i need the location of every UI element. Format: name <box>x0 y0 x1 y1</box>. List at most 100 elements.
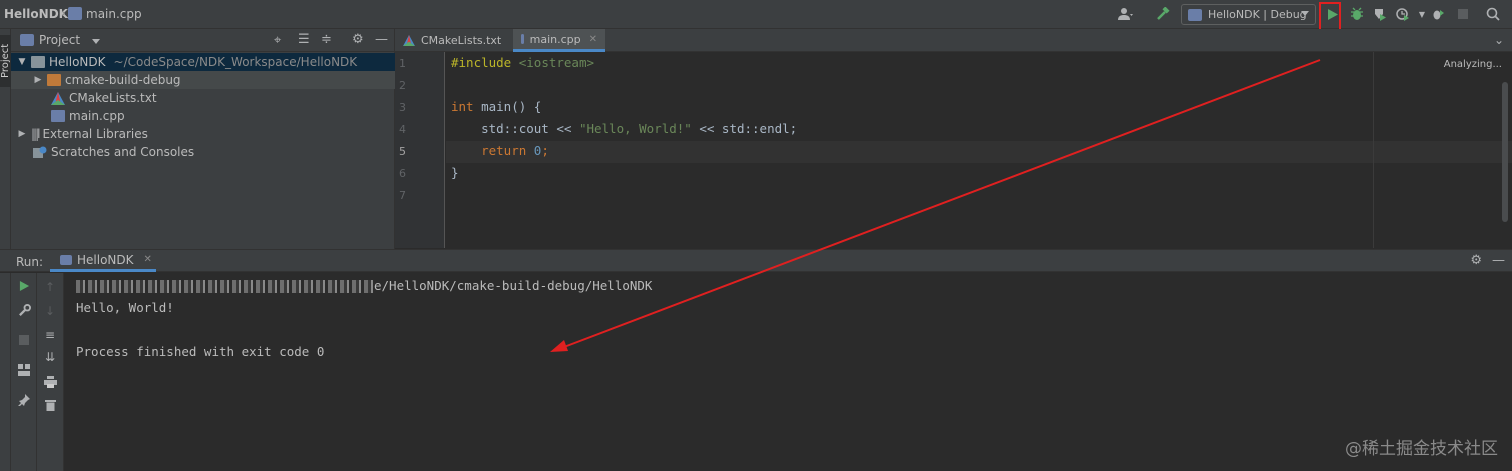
stop-icon[interactable] <box>1455 6 1471 22</box>
tab-list-icon[interactable]: ⌄ <box>1494 33 1504 47</box>
run-toolbar-primary <box>11 273 37 471</box>
soft-wrap-icon[interactable]: ≡ <box>43 328 57 342</box>
cpp-file-icon <box>68 7 82 20</box>
locate-icon[interactable]: ⌖ <box>274 33 281 48</box>
pin-icon[interactable] <box>17 394 31 408</box>
chevron-down-icon[interactable]: ▼ <box>1414 6 1430 22</box>
breadcrumb-file[interactable]: main.cpp <box>86 7 142 21</box>
run-console[interactable]: e/HelloNDK/cmake-build-debug/HelloNDK He… <box>64 273 1512 471</box>
tree-item-label: HelloNDK <box>49 55 106 69</box>
analysis-status: Analyzing... <box>1443 59 1502 70</box>
line-number: 7 <box>399 189 406 202</box>
console-command-line: e/HelloNDK/cmake-build-debug/HelloNDK <box>76 278 652 293</box>
tree-item-label: main.cpp <box>69 109 125 123</box>
code-line: int main() { <box>451 99 542 114</box>
chevron-down-icon[interactable] <box>92 39 100 44</box>
tree-item-scratches[interactable]: Scratches and Consoles <box>11 143 395 161</box>
arrow-down-icon[interactable]: ↓ <box>43 304 57 318</box>
console-output-line: Hello, World! <box>76 300 174 315</box>
minimize-icon[interactable]: — <box>375 32 388 47</box>
run-panel-label: Run: <box>16 255 44 269</box>
code-line: #include <iostream> <box>451 55 595 70</box>
stop-icon[interactable] <box>17 334 31 348</box>
arrow-up-icon[interactable]: ↑ <box>43 280 57 294</box>
left-tool-strip: Project <box>0 29 11 249</box>
close-icon[interactable]: ✕ <box>144 254 152 265</box>
breadcrumb-project[interactable]: HelloNDK <box>4 7 68 21</box>
debug-icon[interactable] <box>1349 6 1365 22</box>
tree-item-cmakelists[interactable]: CMakeLists.txt <box>11 89 395 107</box>
tree-item-cmake-build-debug[interactable]: ▶ cmake-build-debug <box>11 71 395 89</box>
coverage-icon[interactable] <box>1372 6 1388 22</box>
project-side-tab[interactable]: Project <box>0 35 11 87</box>
line-number: 2 <box>399 79 406 92</box>
watermark: @稀土掘金技术社区 <box>1345 439 1498 459</box>
console-exit-line: Process finished with exit code 0 <box>76 344 325 359</box>
editor-tab-bar: CMakeLists.txt main.cpp ✕ ⌄ <box>395 29 1512 52</box>
code-line: } <box>451 165 459 180</box>
line-number: 5 <box>399 145 406 158</box>
right-margin-guide <box>1373 52 1374 248</box>
tree-item-main-cpp[interactable]: main.cpp <box>11 107 395 125</box>
line-number: 1 <box>399 57 406 70</box>
tree-item-project-root[interactable]: ▼ HelloNDK ~/CodeSpace/NDK_Workspace/Hel… <box>11 53 395 71</box>
chevron-right-icon[interactable]: ▶ <box>33 75 43 85</box>
close-icon[interactable]: ✕ <box>589 34 597 45</box>
user-icon[interactable] <box>1118 6 1134 22</box>
tab-cmakelists[interactable]: CMakeLists.txt <box>395 29 509 52</box>
folder-icon <box>31 56 45 68</box>
tree-item-label: cmake-build-debug <box>65 73 181 87</box>
run-toolbar-secondary: ↑ ↓ ≡ ⇊ <box>37 273 64 471</box>
attach-icon[interactable] <box>1430 6 1446 22</box>
cmake-icon <box>51 91 65 105</box>
expand-all-icon[interactable]: ☰ <box>298 32 310 47</box>
cmake-config-icon <box>1188 8 1202 21</box>
layout-icon[interactable] <box>17 364 31 378</box>
tab-main-cpp[interactable]: main.cpp ✕ <box>513 29 605 52</box>
run-configuration-select[interactable]: HelloNDK | Debug <box>1181 4 1316 25</box>
run-tab-helloNDK[interactable]: HelloNDK ✕ <box>50 250 156 272</box>
tree-item-label: Scratches and Consoles <box>51 145 195 159</box>
run-config-label: HelloNDK | Debug <box>1208 8 1307 21</box>
line-number: 4 <box>399 123 406 136</box>
build-hammer-icon[interactable] <box>1155 6 1171 22</box>
line-number-gutter: 1 2 3 4 5 6 7 <box>395 52 445 248</box>
collapse-all-icon[interactable]: ≑ <box>321 32 332 47</box>
search-icon[interactable] <box>1485 6 1501 22</box>
tab-label: main.cpp <box>529 32 581 46</box>
line-number: 3 <box>399 101 406 114</box>
code-line: return 0; <box>451 143 549 158</box>
project-panel-header: Project ⌖ ☰ ≑ ⚙ — <box>11 29 394 52</box>
library-icon: |||l <box>31 127 41 141</box>
project-view-icon <box>20 34 34 46</box>
tree-item-label: External Libraries <box>42 127 148 141</box>
left-tool-strip-bottom <box>0 273 11 471</box>
scroll-to-end-icon[interactable]: ⇊ <box>43 350 57 364</box>
chevron-right-icon[interactable]: ▶ <box>17 129 27 139</box>
gear-icon[interactable]: ⚙ <box>1470 253 1482 268</box>
folder-icon <box>47 74 61 86</box>
cmake-config-icon <box>60 254 72 265</box>
tree-item-external-libraries[interactable]: ▶ |||l External Libraries <box>11 125 395 143</box>
chevron-down-icon <box>1301 11 1309 16</box>
navigation-bar: HelloNDK › main.cpp HelloNDK | Debug ▼ <box>0 0 1512 29</box>
gear-icon[interactable]: ⚙ <box>352 32 364 47</box>
run-panel-header: Run: HelloNDK ✕ ⚙ — <box>0 249 1512 272</box>
project-view-title[interactable]: Project <box>39 33 80 47</box>
cmake-icon <box>403 35 415 46</box>
editor-scrollbar[interactable] <box>1502 82 1508 222</box>
trash-icon[interactable] <box>43 399 57 413</box>
print-icon[interactable] <box>43 376 57 390</box>
wrench-icon[interactable] <box>17 304 31 318</box>
rerun-icon[interactable] <box>17 280 31 294</box>
run-tab-label: HelloNDK <box>77 252 134 267</box>
profile-icon[interactable] <box>1395 6 1411 22</box>
chevron-down-icon[interactable]: ▼ <box>17 57 27 67</box>
code-line: std::cout << "Hello, World!" << std::end… <box>451 121 798 136</box>
project-panel: Project ⌖ ☰ ≑ ⚙ — ▼ HelloNDK ~/CodeSpace… <box>11 29 395 249</box>
cpp-file-icon <box>521 34 524 44</box>
line-number: 6 <box>399 167 406 180</box>
tree-item-label: CMakeLists.txt <box>69 91 157 105</box>
code-editor[interactable]: 1 2 3 4 5 6 7 #include <iostream> int ma… <box>395 52 1512 248</box>
minimize-icon[interactable]: — <box>1492 253 1505 268</box>
